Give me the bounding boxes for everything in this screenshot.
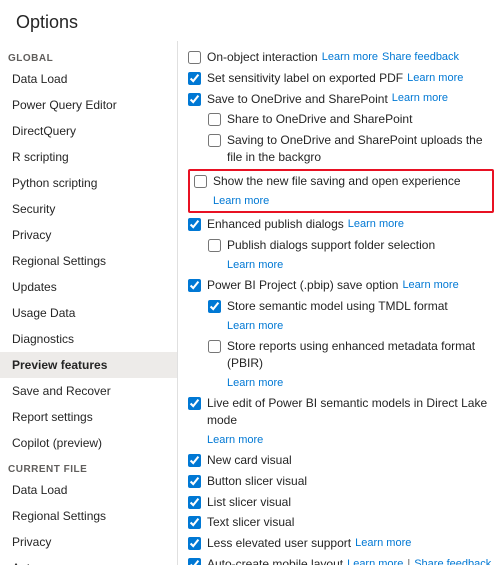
- option-row-enhanced-publish: Enhanced publish dialogs Learn more: [188, 214, 494, 235]
- link-save-to-onedrive-learn-more[interactable]: Learn more: [392, 91, 448, 106]
- sidebar: GLOBAL Data LoadPower Query EditorDirect…: [0, 41, 178, 565]
- sidebar-item-preview-features[interactable]: Preview features: [0, 352, 177, 378]
- label-list-slicer: List slicer visual: [207, 494, 291, 511]
- label-publish-dialogs-folder: Publish dialogs support folder selection: [227, 237, 435, 254]
- link-pbip-save-learn-more[interactable]: Learn more: [402, 278, 458, 293]
- checkbox-live-edit-direct-lake[interactable]: [188, 397, 201, 410]
- option-row-show-new-file-saving: Show the new file saving and open experi…: [188, 169, 494, 213]
- sidebar-item-updates[interactable]: Updates: [0, 274, 177, 300]
- checkbox-enhanced-publish[interactable]: [188, 218, 201, 231]
- page-title: Options: [0, 0, 504, 41]
- option-row-pbip-save: Power BI Project (.pbip) save option Lear…: [188, 275, 494, 296]
- label-show-new-file-saving: Show the new file saving and open experi…: [213, 173, 461, 190]
- link-store-reports-pbir-learn-more[interactable]: Learn more: [227, 376, 283, 391]
- option-row-button-slicer: Button slicer visual: [188, 471, 494, 492]
- sidebar-item-data-load[interactable]: Data Load: [0, 66, 177, 92]
- sidebar-item-regional-settings[interactable]: Regional Settings: [0, 248, 177, 274]
- label-save-to-onedrive: Save to OneDrive and SharePoint: [207, 91, 388, 108]
- sidebar-item-power-query-editor[interactable]: Power Query Editor: [0, 92, 177, 118]
- checkbox-save-to-onedrive[interactable]: [188, 93, 201, 106]
- label-auto-create-mobile: Auto-create mobile layout: [207, 556, 343, 565]
- label-less-elevated: Less elevated user support: [207, 535, 351, 552]
- checkbox-store-reports-pbir[interactable]: [208, 340, 221, 353]
- feedback-auto-create-mobile[interactable]: Share feedback: [414, 557, 491, 565]
- option-row-publish-dialogs-folder: Publish dialogs support folder selection…: [188, 235, 494, 275]
- separator-auto-create-mobile: |: [407, 557, 410, 565]
- sidebar-item-directquery[interactable]: DirectQuery: [0, 118, 177, 144]
- option-row-store-reports-pbir: Store reports using enhanced metadata fo…: [188, 336, 494, 393]
- option-row-new-card-visual: New card visual: [188, 450, 494, 471]
- sidebar-item-usage-data[interactable]: Usage Data: [0, 300, 177, 326]
- option-row-store-semantic-tmdl: Store semantic model using TMDL format Le…: [188, 296, 494, 336]
- sidebar-item-privacy[interactable]: Privacy: [0, 222, 177, 248]
- sidebar-item-python-scripting[interactable]: Python scripting: [0, 170, 177, 196]
- link-enhanced-publish-learn-more[interactable]: Learn more: [348, 217, 404, 232]
- label-store-reports-pbir: Store reports using enhanced metadata fo…: [227, 338, 494, 372]
- sidebar-item-save-and-recover[interactable]: Save and Recover: [0, 378, 177, 404]
- checkbox-store-semantic-tmdl[interactable]: [208, 300, 221, 313]
- option-row-live-edit-direct-lake: Live edit of Power BI semantic models in…: [188, 393, 494, 450]
- checkbox-publish-dialogs-folder[interactable]: [208, 239, 221, 252]
- global-section-label: GLOBAL: [0, 45, 177, 66]
- sidebar-item-cf-auto-recovery[interactable]: Auto recovery: [0, 555, 177, 565]
- label-text-slicer: Text slicer visual: [207, 514, 294, 531]
- sidebar-item-copilot-preview[interactable]: Copilot (preview): [0, 430, 177, 456]
- checkbox-button-slicer[interactable]: [188, 475, 201, 488]
- sidebar-item-diagnostics[interactable]: Diagnostics: [0, 326, 177, 352]
- link-live-edit-direct-lake-learn-more[interactable]: Learn more: [207, 433, 263, 448]
- checkbox-pbip-save[interactable]: [188, 279, 201, 292]
- option-row-saving-to-onedrive: Saving to OneDrive and SharePoint upload…: [188, 130, 494, 168]
- label-new-card-visual: New card visual: [207, 452, 292, 469]
- option-row-text-slicer: Text slicer visual: [188, 512, 494, 533]
- option-row-auto-create-mobile: Auto-create mobile layout Learn more | Shar…: [188, 554, 494, 565]
- option-row-share-to-onedrive: Share to OneDrive and SharePoint: [188, 109, 494, 130]
- sidebar-item-report-settings[interactable]: Report settings: [0, 404, 177, 430]
- checkbox-saving-to-onedrive[interactable]: [208, 134, 221, 147]
- link-on-object-interaction-share-feedback[interactable]: Share feedback: [382, 50, 459, 65]
- option-row-less-elevated: Less elevated user support Learn more: [188, 533, 494, 554]
- label-saving-to-onedrive: Saving to OneDrive and SharePoint upload…: [227, 132, 494, 166]
- current-file-section-label: CURRENT FILE: [0, 456, 177, 477]
- checkbox-share-to-onedrive[interactable]: [208, 113, 221, 126]
- link-on-object-interaction-learn-more[interactable]: Learn more: [322, 50, 378, 65]
- link-auto-create-mobile-learn-more[interactable]: Learn more: [347, 557, 403, 565]
- checkbox-set-sensitivity-label[interactable]: [188, 72, 201, 85]
- label-on-object-interaction: On-object interaction: [207, 49, 318, 66]
- sidebar-item-r-scripting[interactable]: R scripting: [0, 144, 177, 170]
- option-row-save-to-onedrive: Save to OneDrive and SharePoint Learn mor…: [188, 89, 494, 110]
- label-live-edit-direct-lake: Live edit of Power BI semantic models in…: [207, 395, 494, 429]
- checkbox-less-elevated[interactable]: [188, 537, 201, 550]
- label-enhanced-publish: Enhanced publish dialogs: [207, 216, 344, 233]
- checkbox-show-new-file-saving[interactable]: [194, 175, 207, 188]
- main-content: On-object interactionLearn moreShare fee…: [178, 41, 504, 565]
- sidebar-item-security[interactable]: Security: [0, 196, 177, 222]
- label-share-to-onedrive: Share to OneDrive and SharePoint: [227, 111, 412, 128]
- label-pbip-save: Power BI Project (.pbip) save option: [207, 277, 398, 294]
- checkbox-list-slicer[interactable]: [188, 496, 201, 509]
- link-publish-dialogs-folder-learn-more[interactable]: Learn more: [227, 258, 283, 273]
- label-store-semantic-tmdl: Store semantic model using TMDL format: [227, 298, 448, 315]
- checkbox-new-card-visual[interactable]: [188, 454, 201, 467]
- link-show-new-file-saving-learn-more[interactable]: Learn more: [213, 194, 269, 209]
- option-row-list-slicer: List slicer visual: [188, 492, 494, 513]
- link-store-semantic-tmdl-learn-more[interactable]: Learn more: [227, 319, 283, 334]
- option-row-set-sensitivity-label: Set sensitivity label on exported PDF Lea…: [188, 68, 494, 89]
- label-set-sensitivity-label: Set sensitivity label on exported PDF: [207, 70, 403, 87]
- sidebar-item-cf-data-load[interactable]: Data Load: [0, 477, 177, 503]
- checkbox-auto-create-mobile[interactable]: [188, 558, 201, 565]
- label-button-slicer: Button slicer visual: [207, 473, 307, 490]
- checkbox-on-object-interaction[interactable]: [188, 51, 201, 64]
- link-less-elevated-learn-more[interactable]: Learn more: [355, 536, 411, 551]
- sidebar-item-cf-privacy[interactable]: Privacy: [0, 529, 177, 555]
- option-row-on-object-interaction: On-object interaction Learn more Share fee…: [188, 47, 494, 68]
- sidebar-item-cf-regional-settings[interactable]: Regional Settings: [0, 503, 177, 529]
- checkbox-text-slicer[interactable]: [188, 516, 201, 529]
- link-set-sensitivity-label-learn-more[interactable]: Learn more: [407, 71, 463, 86]
